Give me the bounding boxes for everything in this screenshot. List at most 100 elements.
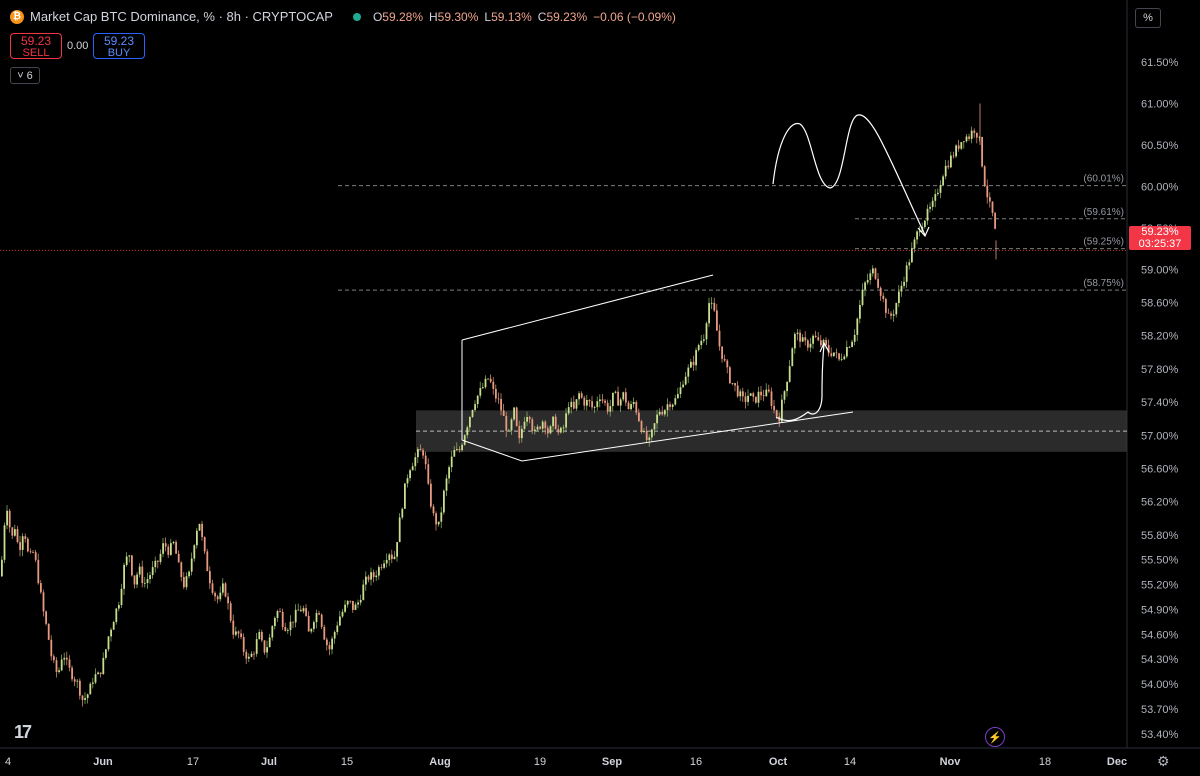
candle-body — [443, 490, 445, 513]
candle-body — [721, 346, 723, 359]
candle-body — [786, 381, 788, 392]
candle-body — [853, 334, 856, 342]
candle-body — [362, 584, 365, 600]
y-tick-label: 59.00% — [1141, 264, 1179, 276]
y-tick-label: 61.50% — [1141, 57, 1179, 69]
price-chart[interactable]: (60.01%) (59.61%) (59.25%) (58.75%) 61.50% 6… — [0, 0, 1200, 776]
candle-body — [716, 310, 718, 331]
gear-icon[interactable]: ⚙ — [1157, 753, 1170, 770]
candle-body — [627, 402, 630, 410]
candle-body — [102, 657, 105, 674]
candle-body — [651, 429, 653, 438]
y-tick-label: 54.60% — [1141, 629, 1179, 641]
y-tick-label: 54.90% — [1141, 604, 1179, 616]
candle-body — [526, 417, 528, 422]
candle-body — [3, 525, 6, 560]
candle-body — [263, 640, 266, 653]
candle-body — [276, 611, 279, 618]
candle-body — [892, 314, 895, 316]
candle-body — [718, 330, 721, 347]
candle-body — [960, 142, 963, 149]
candle-body — [604, 400, 606, 403]
candle-body — [825, 339, 827, 346]
candle-body — [222, 583, 224, 593]
candle-body — [843, 356, 846, 360]
x-tick-label: Nov — [940, 756, 962, 768]
tradingview-logo[interactable]: 17 — [14, 722, 32, 743]
candle-body — [723, 358, 726, 361]
candle-body — [591, 401, 593, 408]
candle-body — [557, 428, 560, 433]
candle-body — [50, 639, 53, 657]
candle-body — [622, 392, 625, 400]
candle-body — [284, 627, 287, 631]
bounce-curve — [775, 344, 825, 422]
flash-icon[interactable]: ⚡ — [985, 727, 1005, 747]
x-tick-label: Jul — [261, 756, 277, 768]
symbol-title[interactable]: Market Cap BTC Dominance, % · 8h · CRYPT… — [30, 9, 333, 24]
candlestick-series — [1, 103, 997, 707]
candle-body — [734, 383, 736, 386]
candle-body — [461, 444, 463, 451]
candle-body — [539, 426, 541, 429]
x-tick-label: 15 — [341, 756, 353, 768]
candle-body — [669, 404, 671, 407]
candle-body — [903, 281, 905, 286]
candle-body — [708, 303, 710, 324]
candle-body — [45, 611, 47, 624]
candle-body — [188, 571, 190, 577]
candle-body — [162, 543, 164, 554]
candle-body — [391, 554, 393, 559]
candle-body — [271, 626, 274, 638]
candle-body — [872, 268, 874, 274]
candle-body — [775, 410, 778, 417]
candle-body — [344, 604, 346, 612]
candle-body — [60, 659, 63, 671]
candle-body — [846, 347, 848, 357]
y-tick-label: 54.30% — [1141, 654, 1179, 666]
candle-body — [32, 552, 34, 553]
projection-curve — [772, 114, 926, 236]
candle-body — [365, 576, 367, 585]
candle-body — [112, 622, 115, 630]
candle-body — [534, 429, 536, 432]
y-tick-label: 56.60% — [1141, 463, 1179, 475]
candle-body — [42, 592, 45, 612]
candle-body — [180, 562, 183, 578]
candle-body — [404, 483, 406, 509]
sell-button[interactable]: 59.23 SELL — [10, 33, 62, 59]
candle-body — [510, 419, 513, 431]
candle-body — [211, 583, 214, 593]
candle-body — [700, 340, 703, 346]
candle-body — [570, 401, 573, 408]
candle-body — [307, 615, 310, 632]
x-tick-label: 17 — [187, 756, 199, 768]
candle-body — [531, 419, 534, 432]
candle-body — [814, 335, 817, 338]
candle-body — [976, 132, 978, 138]
candle-body — [11, 527, 14, 536]
candle-body — [939, 185, 942, 193]
candle-body — [310, 628, 313, 632]
candle-body — [573, 401, 575, 409]
candle-body — [268, 637, 271, 648]
candle-body — [981, 136, 983, 167]
ohlc-readout: O59.28% H59.30% L59.13% C59.23% −0.06 (−… — [372, 9, 676, 24]
candle-body — [856, 318, 859, 335]
candle-body — [565, 413, 567, 428]
indicators-toggle[interactable]: ˅ 6 — [10, 67, 40, 84]
candle-body — [193, 545, 196, 559]
candle-body — [99, 672, 102, 674]
candle-body — [430, 483, 432, 507]
candle-body — [19, 542, 21, 550]
candle-body — [172, 541, 175, 544]
x-tick-label: 14 — [844, 756, 856, 768]
candle-body — [869, 273, 872, 280]
candle-body — [801, 337, 804, 342]
candle-body — [713, 302, 716, 311]
candle-body — [209, 571, 211, 584]
candle-body — [916, 231, 918, 240]
buy-button[interactable]: 59.23 BUY — [93, 33, 145, 59]
percent-scale-button[interactable]: % — [1135, 8, 1161, 28]
candle-body — [643, 431, 645, 433]
